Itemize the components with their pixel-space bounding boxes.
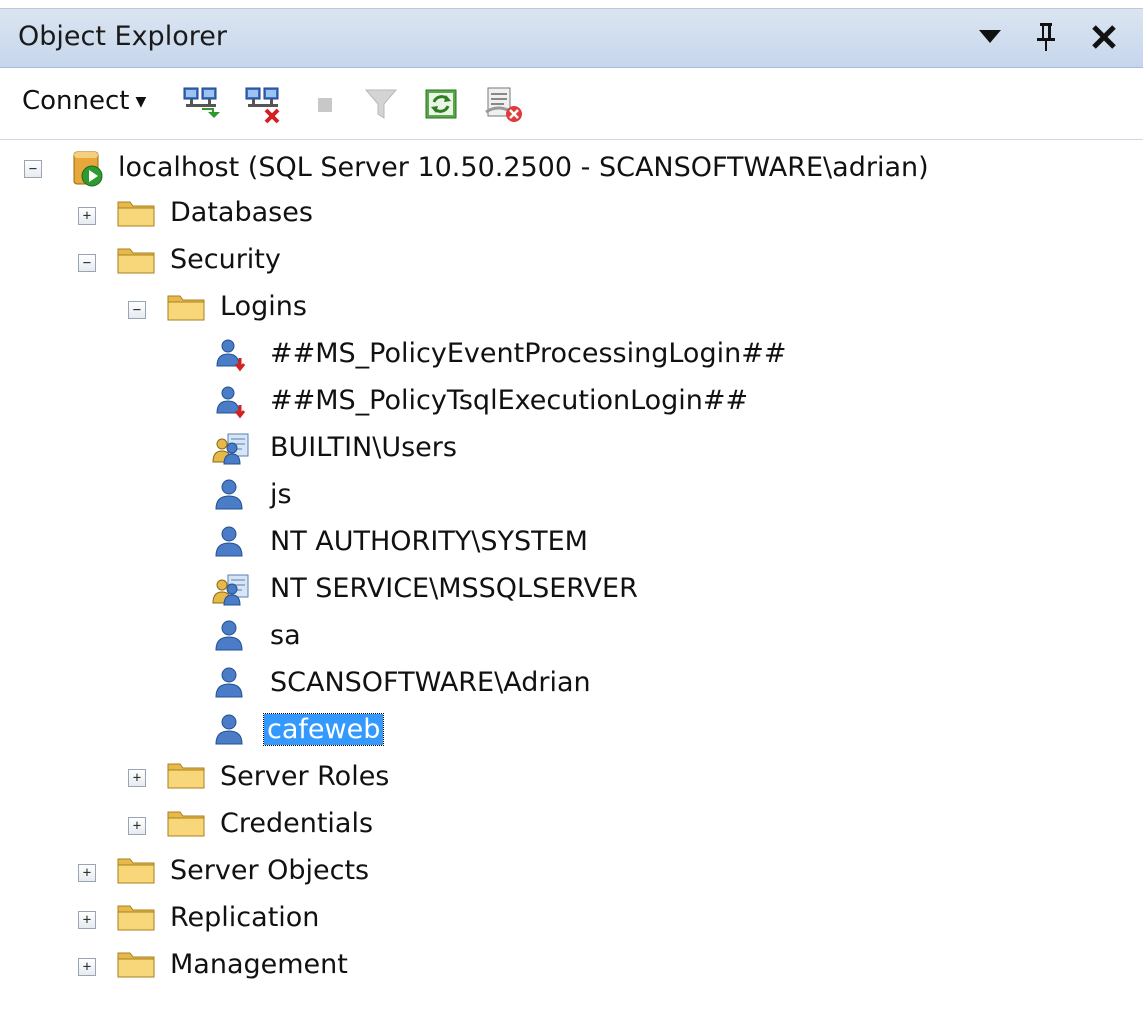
- login-item[interactable]: NT AUTHORITY\SYSTEM: [270, 524, 588, 560]
- connect-label: Connect: [22, 86, 130, 116]
- collapse-toggle-logins[interactable]: −: [128, 301, 146, 319]
- selected-login-label[interactable]: cafeweb: [262, 713, 385, 746]
- object-explorer-titlebar: Object Explorer: [0, 8, 1143, 68]
- user-login-icon: [214, 618, 250, 658]
- object-tree: − localhost (SQL Server 10.50.2500 - SCA…: [0, 140, 1143, 1019]
- panel-title: Object Explorer: [18, 21, 227, 52]
- expand-toggle-management[interactable]: +: [78, 958, 96, 976]
- connect-button[interactable]: Connect ▼: [22, 86, 146, 116]
- folder-icon: [166, 292, 206, 326]
- folder-icon: [116, 902, 156, 936]
- tree-item-replication[interactable]: Replication: [170, 900, 319, 936]
- close-icon[interactable]: [1082, 15, 1126, 59]
- group-login-icon: [212, 430, 252, 470]
- folder-icon: [116, 949, 156, 983]
- sql-server-icon: [70, 148, 106, 192]
- login-item[interactable]: BUILTIN\Users: [270, 430, 457, 466]
- folder-icon: [166, 808, 206, 842]
- activity-monitor-icon[interactable]: [482, 82, 526, 126]
- disabled-login-icon: [214, 383, 250, 423]
- folder-icon: [116, 855, 156, 889]
- tree-item-management[interactable]: Management: [170, 947, 348, 983]
- tree-item-server-roles[interactable]: Server Roles: [220, 759, 389, 795]
- disconnect-icon[interactable]: [242, 82, 286, 126]
- user-login-icon: [214, 477, 250, 517]
- login-item[interactable]: ##MS_PolicyEventProcessingLogin##: [270, 336, 786, 372]
- tree-item-credentials[interactable]: Credentials: [220, 806, 373, 842]
- login-item[interactable]: js: [270, 477, 292, 513]
- login-item[interactable]: ##MS_PolicyTsqlExecutionLogin##: [270, 383, 748, 419]
- login-item[interactable]: SCANSOFTWARE\Adrian: [270, 665, 591, 701]
- user-login-icon: [214, 712, 250, 752]
- filter-icon[interactable]: [360, 82, 404, 126]
- window-position-dropdown-icon[interactable]: [968, 15, 1012, 59]
- refresh-icon[interactable]: [420, 82, 464, 126]
- login-item[interactable]: NT SERVICE\MSSQLSERVER: [270, 571, 638, 607]
- chevron-down-icon: ▼: [135, 94, 147, 110]
- connect-object-explorer-icon[interactable]: [180, 82, 224, 126]
- tree-item-server-objects[interactable]: Server Objects: [170, 853, 369, 889]
- expand-toggle-replication[interactable]: +: [78, 911, 96, 929]
- folder-icon: [116, 245, 156, 279]
- expand-toggle-server-roles[interactable]: +: [128, 769, 146, 787]
- stop-icon[interactable]: [304, 82, 348, 126]
- disabled-login-icon: [214, 336, 250, 376]
- object-explorer-toolbar: Connect ▼: [0, 68, 1143, 140]
- login-item-selected[interactable]: cafeweb: [262, 712, 385, 748]
- folder-icon: [166, 760, 206, 794]
- user-login-icon: [214, 524, 250, 564]
- user-login-icon: [214, 665, 250, 705]
- collapse-toggle-security[interactable]: −: [78, 254, 96, 272]
- expand-toggle-server-objects[interactable]: +: [78, 864, 96, 882]
- tree-item-databases[interactable]: Databases: [170, 195, 313, 231]
- tree-item-security[interactable]: Security: [170, 242, 281, 278]
- tree-item-logins[interactable]: Logins: [220, 289, 307, 325]
- tree-item-server[interactable]: localhost (SQL Server 10.50.2500 - SCANS…: [118, 150, 929, 186]
- collapse-toggle-server[interactable]: −: [24, 160, 42, 178]
- pin-icon[interactable]: [1024, 15, 1068, 59]
- folder-icon: [116, 198, 156, 232]
- group-login-icon: [212, 571, 252, 611]
- login-item[interactable]: sa: [270, 618, 301, 654]
- expand-toggle-databases[interactable]: +: [78, 207, 96, 225]
- expand-toggle-credentials[interactable]: +: [128, 817, 146, 835]
